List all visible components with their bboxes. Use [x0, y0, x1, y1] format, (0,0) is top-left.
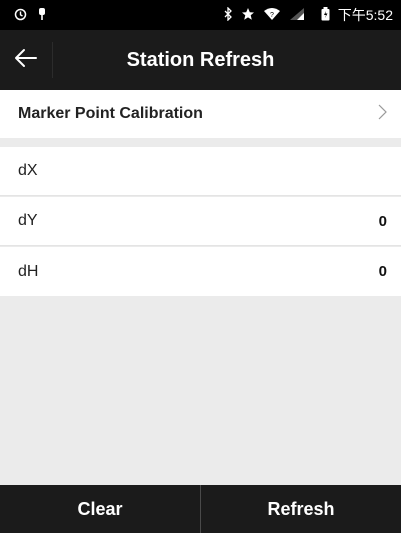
dh-label: dH — [18, 262, 39, 280]
dx-label: dX — [18, 162, 38, 179]
battery-icon — [321, 7, 330, 23]
marker-point-calibration-item[interactable]: Marker Point Calibration — [0, 90, 401, 138]
dh-row[interactable]: dH 0 — [0, 247, 401, 296]
status-left-icons — [0, 7, 47, 23]
wifi-icon — [289, 7, 305, 23]
status-bar: ? 下午5:52 — [0, 0, 401, 30]
refresh-button[interactable]: Refresh — [201, 485, 401, 533]
status-right-icons: ? 下午5:52 — [224, 5, 401, 25]
dy-label: dY — [18, 212, 38, 229]
dy-row[interactable]: dY 0 — [0, 197, 401, 246]
signal-icon: ? — [263, 7, 281, 23]
bottom-action-bar: Clear Refresh — [0, 485, 401, 533]
title-divider — [52, 42, 53, 78]
page-title: Station Refresh — [126, 48, 275, 71]
chevron-right-icon — [378, 104, 387, 125]
sync-icon — [14, 8, 27, 23]
dx-row[interactable]: dX — [0, 147, 401, 196]
dy-value: 0 — [378, 212, 387, 230]
arrow-left-icon — [14, 48, 38, 73]
dh-value: 0 — [378, 263, 387, 280]
status-time: 下午5:52 — [337, 7, 393, 23]
usb-icon — [37, 7, 47, 23]
title-bar: Station Refresh — [0, 30, 401, 90]
clear-button[interactable]: Clear — [0, 485, 200, 533]
back-button[interactable] — [0, 30, 52, 90]
bluetooth-icon — [224, 6, 233, 23]
marker-point-calibration-label: Marker Point Calibration — [18, 105, 203, 122]
star-icon — [241, 7, 255, 23]
svg-text:?: ? — [270, 12, 274, 19]
